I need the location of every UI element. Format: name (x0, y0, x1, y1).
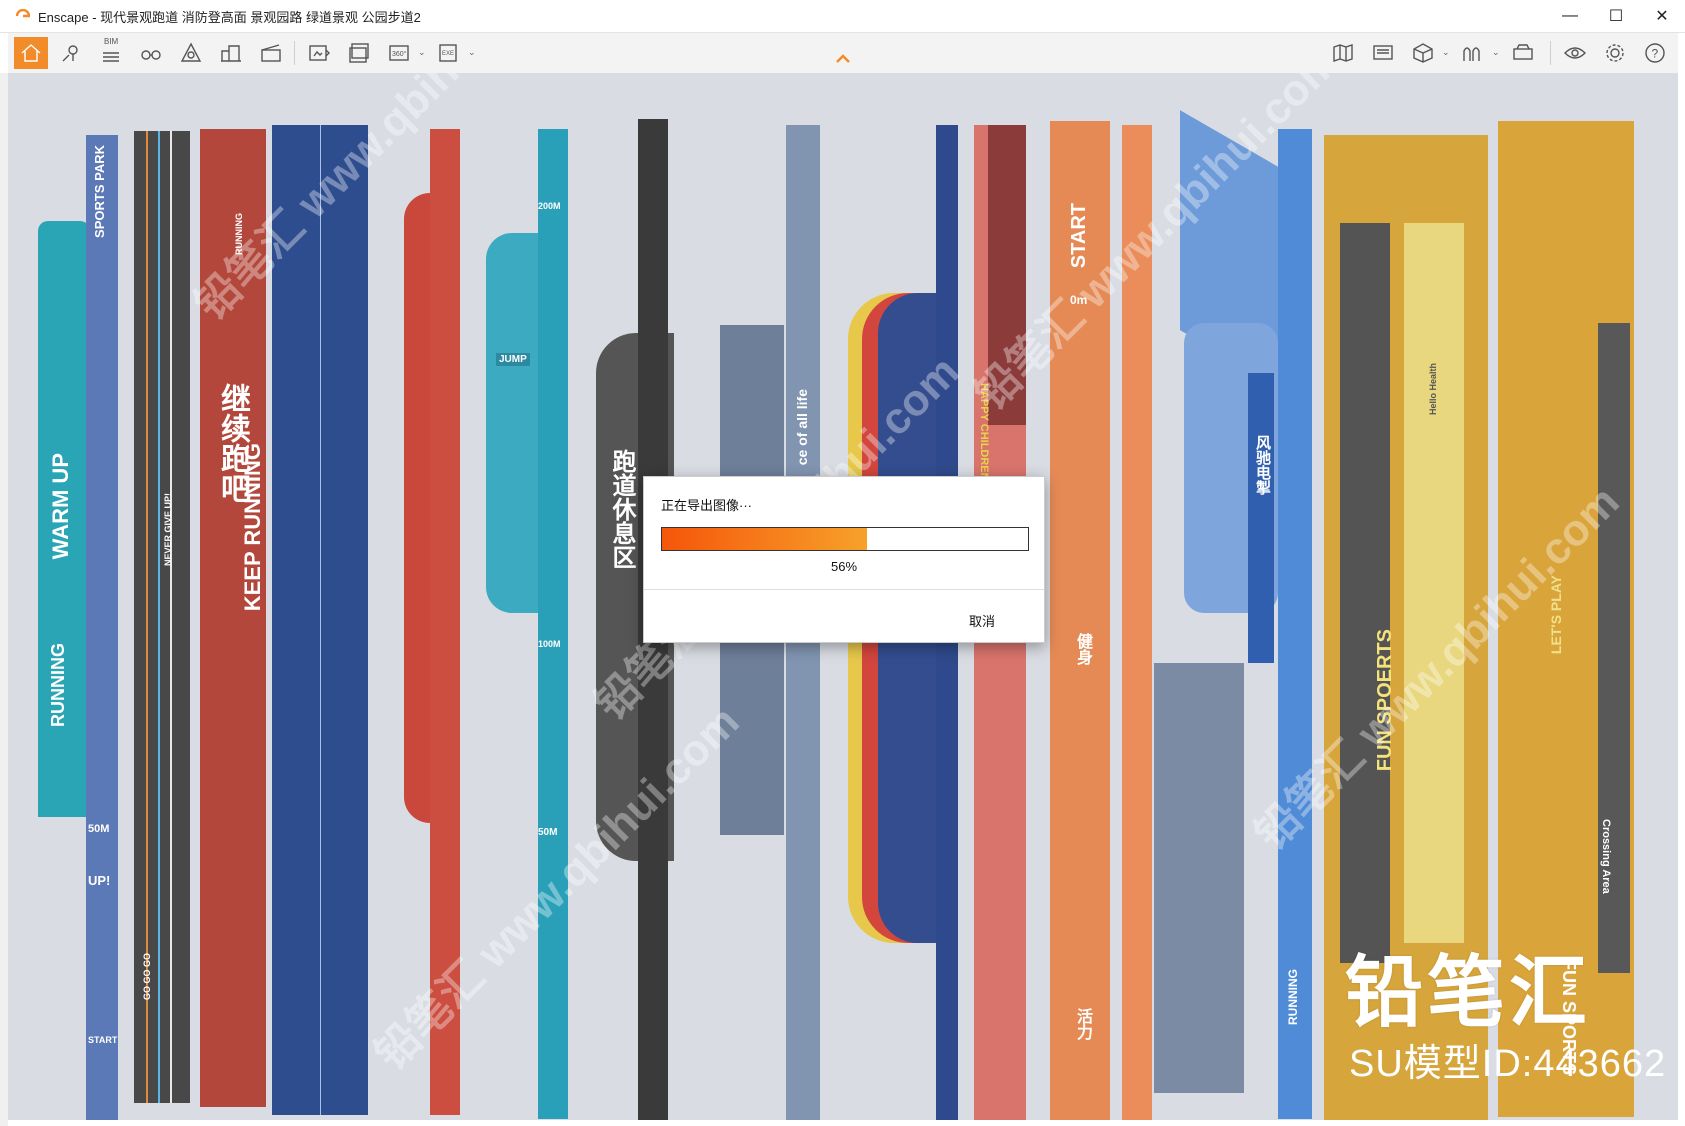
gear-icon (1606, 44, 1624, 62)
grey-hatched-shape (1154, 663, 1244, 1093)
cancel-button[interactable]: 取消 (969, 611, 995, 630)
panorama-icon: 360° (389, 45, 409, 61)
brand-watermark: 铅笔汇 (1345, 948, 1592, 1036)
panorama-button[interactable]: 360° (382, 37, 416, 69)
keep-running-en-text: KEEP RUNNING (240, 443, 265, 612)
running-blue-text: RUNNING (1286, 969, 1300, 1025)
monitor-icon (1373, 45, 1393, 60)
vr-button[interactable] (1506, 37, 1540, 69)
cube-button[interactable] (1406, 37, 1440, 69)
home-button[interactable] (14, 37, 48, 69)
site-context-button[interactable] (1456, 37, 1490, 69)
collapse-toolbar-chevron-icon[interactable] (834, 52, 852, 64)
home-icon (21, 44, 41, 62)
triangle-icon (180, 42, 202, 62)
export-exe-button[interactable]: EXE (432, 37, 466, 69)
hello-health-text: Hello Health (1428, 363, 1438, 416)
blue-pattern-track (272, 125, 368, 1115)
dialog-title: 正在导出图像··· (661, 498, 752, 513)
sports-park-track (86, 135, 118, 1120)
cube-icon (1413, 43, 1433, 63)
marker-100m-text: 100M (538, 639, 561, 649)
map-icon (1333, 44, 1353, 62)
go-go-go-text: GO GO GO (142, 953, 152, 1001)
fitness-text: 健身 (1074, 633, 1091, 665)
bim-label: BIM (104, 37, 119, 46)
video-editor-button[interactable] (254, 37, 288, 69)
sports-park-text: SPORTS PARK (92, 145, 107, 238)
screenshot-button[interactable] (302, 37, 336, 69)
window-controls: — ☐ ✕ (1547, 0, 1685, 32)
grey-inner-lane (1340, 223, 1390, 963)
binoculars-icon (141, 50, 161, 60)
marker-50m-text: 50M (88, 823, 110, 835)
marker-200m-text: 200M (538, 201, 561, 211)
wind-runner-text: 风驰电掣 (1254, 435, 1271, 495)
model-id-text: SU模型ID:443662 (1349, 1043, 1667, 1085)
crossing-area-text: Crossing Area (1600, 819, 1612, 894)
marker-50m-b-text: 50M (538, 827, 558, 838)
marker-up-text: UP! (88, 873, 111, 888)
export-exe-icon: EXE (439, 44, 457, 62)
visual-settings-button[interactable] (1558, 37, 1592, 69)
never-give-up-text: NEVER GIVE UP! (163, 493, 173, 567)
enscape-window: Enscape - 现代景观跑道 消防登高面 景观园路 绿道景观 公园步道2 —… (0, 0, 1685, 1126)
help-icon: ? (1645, 43, 1665, 63)
atmosphere-button[interactable] (174, 37, 208, 69)
toolbar-separator (1550, 41, 1551, 65)
window-title: Enscape - 现代景观跑道 消防登高面 景观园路 绿道景观 公园步道2 (38, 9, 421, 25)
asset-library-button[interactable] (214, 37, 248, 69)
enscape-logo-icon (16, 9, 30, 18)
arches-icon (1463, 47, 1480, 61)
screen-button[interactable] (1366, 37, 1400, 69)
help-label: ? (1652, 47, 1659, 61)
grace-of-life-text: ce of all life (794, 389, 810, 466)
dialog-divider (644, 589, 1044, 590)
panorama-dropdown-caret-icon[interactable]: ⌄ (418, 47, 426, 58)
warm-up-text: WARM UP (48, 453, 73, 560)
maximize-button[interactable]: ☐ (1593, 0, 1639, 32)
binoculars-button[interactable] (134, 37, 168, 69)
panorama-label: 360° (392, 50, 407, 58)
location-pin-icon (62, 45, 78, 62)
batch-render-icon (349, 43, 369, 63)
jump-sign-text: JUMP (496, 353, 530, 366)
rest-zone-text: 跑道休息区 (608, 449, 635, 569)
title-bar: Enscape - 现代景观跑道 消防登高面 景观园路 绿道景观 公园步道2 —… (0, 0, 1685, 33)
settings-button[interactable] (1598, 37, 1632, 69)
marker-start-text: START (88, 1035, 118, 1045)
export-dropdown-caret-icon[interactable]: ⌄ (468, 47, 476, 58)
bim-button[interactable]: BIM (94, 37, 128, 69)
export-progress-dialog: 正在导出图像··· 56% 取消 (643, 476, 1045, 643)
progress-bar-fill (662, 528, 867, 550)
map-button[interactable] (1326, 37, 1360, 69)
exe-label: EXE (442, 51, 454, 57)
left-edge-panel (0, 73, 8, 1126)
eye-icon (1564, 47, 1586, 59)
toolbar-separator (294, 41, 295, 65)
minimize-button[interactable]: — (1547, 0, 1593, 32)
running-text: RUNNING (48, 643, 68, 727)
cube-dropdown-caret-icon[interactable]: ⌄ (1442, 47, 1450, 58)
buildings-icon (221, 45, 241, 62)
clapperboard-icon (261, 44, 281, 62)
teal-200m-track (538, 129, 568, 1119)
vitality-text: 活力 (1074, 1008, 1091, 1040)
batch-render-button[interactable] (342, 37, 376, 69)
progress-percent: 56% (830, 559, 858, 574)
light-yellow-lane (1404, 223, 1464, 943)
teal-bulge (486, 233, 538, 613)
close-button[interactable]: ✕ (1639, 0, 1685, 32)
vr-headset-icon (1513, 44, 1533, 60)
screenshot-icon (309, 45, 330, 61)
site-dropdown-caret-icon[interactable]: ⌄ (1492, 47, 1500, 58)
views-button[interactable] (54, 37, 88, 69)
help-button[interactable]: ? (1638, 37, 1672, 69)
wind-runner-bar (1248, 373, 1274, 663)
progress-bar (661, 527, 1029, 551)
